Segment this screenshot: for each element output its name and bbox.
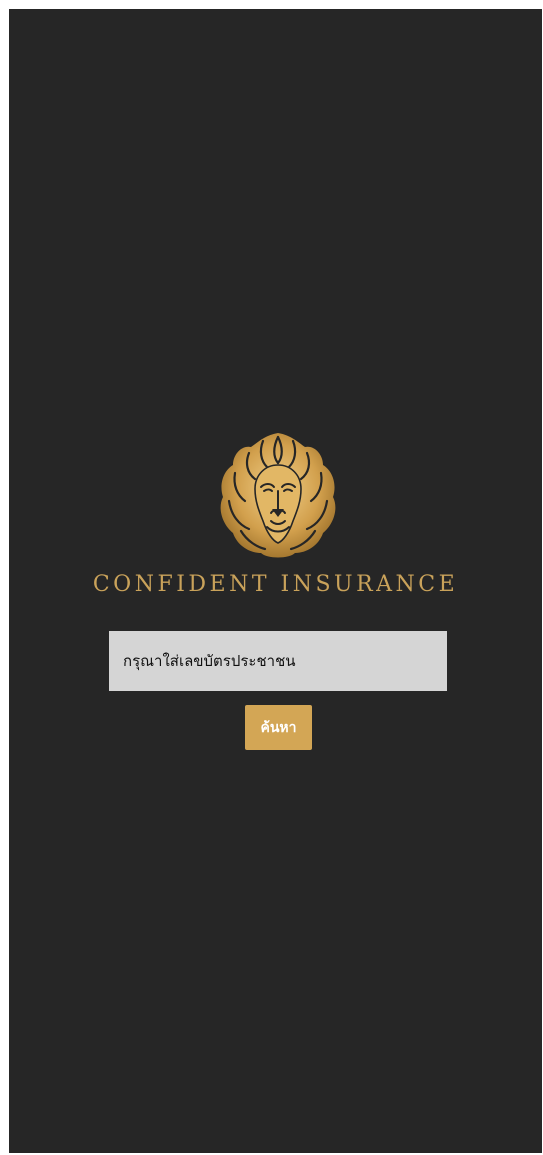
brand-name: CONFIDENT INSURANCE bbox=[92, 572, 459, 597]
search-button[interactable]: ค้นหา bbox=[245, 705, 312, 750]
id-card-search-input[interactable] bbox=[109, 631, 447, 691]
page-background: CONFIDENT INSURANCE ค้นหา bbox=[9, 9, 542, 1153]
lion-head-icon bbox=[220, 433, 336, 558]
